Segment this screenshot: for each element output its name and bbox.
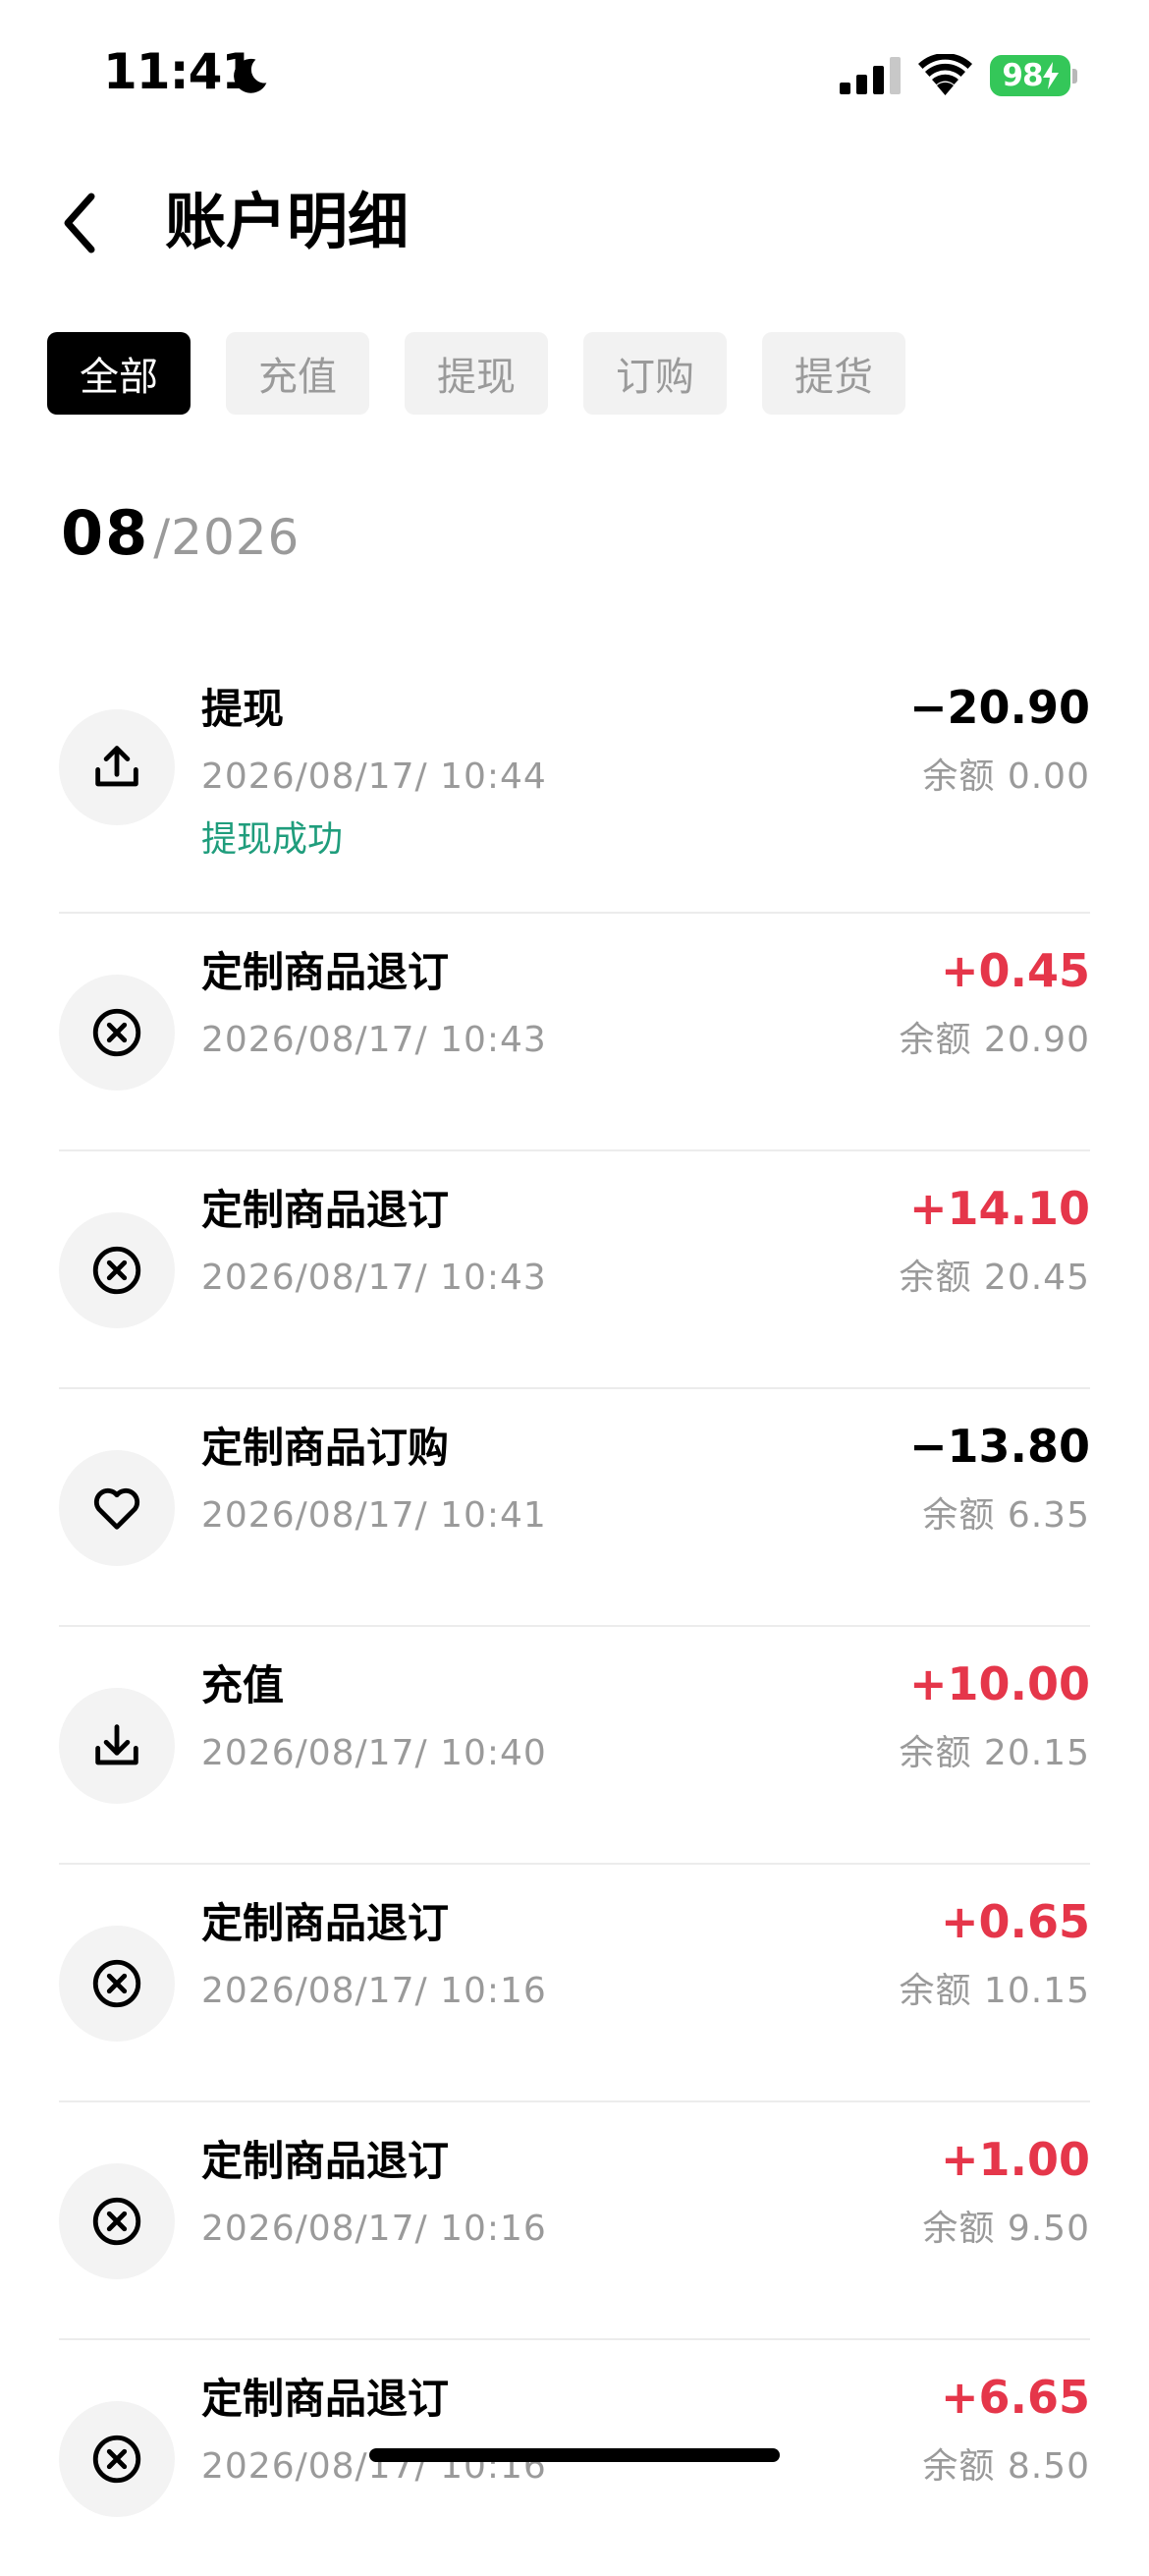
transaction-row[interactable]: 定制商品退订 2026/08/17/ 10:16 +1.00 余额 9.50 xyxy=(59,2102,1090,2340)
transaction-row[interactable]: 定制商品退订 2026/08/17/ 10:43 +0.45 余额 20.90 xyxy=(59,914,1090,1151)
transaction-title: 提现 xyxy=(201,685,285,733)
transaction-amount: +1.00 xyxy=(940,2133,1090,2186)
transaction-balance: 余额 9.50 xyxy=(922,2209,1090,2249)
transaction-title: 定制商品退订 xyxy=(201,1186,450,1234)
cancel-circle-icon xyxy=(59,975,175,1091)
transaction-balance: 余额 20.45 xyxy=(899,1258,1090,1298)
transaction-balance: 余额 10.15 xyxy=(899,1971,1090,2011)
transaction-amount: +0.45 xyxy=(940,944,1090,997)
transaction-amount: +6.65 xyxy=(940,2371,1090,2424)
back-arrow-icon[interactable] xyxy=(54,189,113,257)
transaction-title: 充值 xyxy=(201,1661,285,1709)
transaction-title: 定制商品订购 xyxy=(201,1424,450,1472)
transaction-balance: 余额 20.90 xyxy=(899,1020,1090,1060)
battery-cap xyxy=(1072,69,1077,84)
tab-all[interactable]: 全部 xyxy=(47,332,191,415)
transaction-amount: +14.10 xyxy=(908,1182,1090,1235)
upload-icon xyxy=(59,709,175,825)
transaction-row[interactable]: 定制商品订购 2026/08/17/ 10:41 −13.80 余额 6.35 xyxy=(59,1389,1090,1627)
heart-icon xyxy=(59,1450,175,1566)
transaction-time: 2026/08/17/ 10:43 xyxy=(201,1020,547,1060)
tab-order[interactable]: 订购 xyxy=(583,332,727,415)
transaction-amount: +0.65 xyxy=(940,1895,1090,1948)
cellular-signal-icon xyxy=(840,57,901,94)
moon-icon xyxy=(234,58,267,93)
tab-withdraw[interactable]: 提现 xyxy=(405,332,548,415)
transaction-balance: 余额 20.15 xyxy=(899,1733,1090,1773)
wifi-icon xyxy=(918,54,972,95)
transaction-amount: −13.80 xyxy=(908,1420,1090,1473)
transaction-time: 2026/08/17/ 10:41 xyxy=(201,1495,547,1536)
transaction-amount: +10.00 xyxy=(908,1657,1090,1710)
charging-bolt-icon xyxy=(1042,62,1059,89)
home-indicator[interactable] xyxy=(369,2448,780,2462)
transaction-title: 定制商品退订 xyxy=(201,1899,450,1947)
transaction-time: 2026/08/17/ 10:40 xyxy=(201,1733,547,1773)
status-bar: 11:41 98 xyxy=(0,0,1149,147)
tab-recharge[interactable]: 充值 xyxy=(226,332,369,415)
transaction-status: 提现成功 xyxy=(201,819,344,860)
page-header: 账户明细 xyxy=(0,157,1149,285)
transaction-row[interactable]: 充值 2026/08/17/ 10:40 +10.00 余额 20.15 xyxy=(59,1627,1090,1865)
cancel-circle-icon xyxy=(59,2401,175,2517)
month-label: 08 xyxy=(61,497,150,569)
month-heading[interactable]: 08 /2026 xyxy=(61,497,300,569)
transaction-balance: 余额 0.00 xyxy=(922,756,1090,797)
download-icon xyxy=(59,1688,175,1804)
transaction-time: 2026/08/17/ 10:43 xyxy=(201,1258,547,1298)
transaction-amount: −20.90 xyxy=(908,681,1090,734)
transaction-time: 2026/08/17/ 10:16 xyxy=(201,1971,547,2011)
transaction-row[interactable]: 定制商品退订 2026/08/17/ 10:43 +14.10 余额 20.45 xyxy=(59,1151,1090,1389)
transaction-time: 2026/08/17/ 10:44 xyxy=(201,756,547,797)
cancel-circle-icon xyxy=(59,2163,175,2279)
transaction-time: 2026/08/17/ 10:16 xyxy=(201,2209,547,2249)
transaction-row[interactable]: 定制商品退订 2026/08/17/ 10:16 +0.65 余额 10.15 xyxy=(59,1865,1090,2102)
year-label: /2026 xyxy=(153,509,301,566)
transaction-row[interactable]: 提现 2026/08/17/ 10:44 提现成功 −20.90 余额 0.00 xyxy=(59,650,1090,914)
filter-tabs: 全部 充值 提现 订购 提货 xyxy=(47,332,905,415)
cancel-circle-icon xyxy=(59,1212,175,1328)
transaction-balance: 余额 8.50 xyxy=(922,2446,1090,2487)
transaction-balance: 余额 6.35 xyxy=(922,1495,1090,1536)
tab-pickup[interactable]: 提货 xyxy=(762,332,905,415)
cancel-circle-icon xyxy=(59,1926,175,2042)
page-title: 账户明细 xyxy=(165,186,410,257)
battery-indicator: 98 xyxy=(990,55,1070,96)
transaction-title: 定制商品退订 xyxy=(201,2375,450,2423)
transaction-title: 定制商品退订 xyxy=(201,2137,450,2185)
battery-level: 98 xyxy=(1002,58,1043,93)
transaction-list: 提现 2026/08/17/ 10:44 提现成功 −20.90 余额 0.00… xyxy=(59,650,1090,2576)
transaction-title: 定制商品退订 xyxy=(201,948,450,996)
